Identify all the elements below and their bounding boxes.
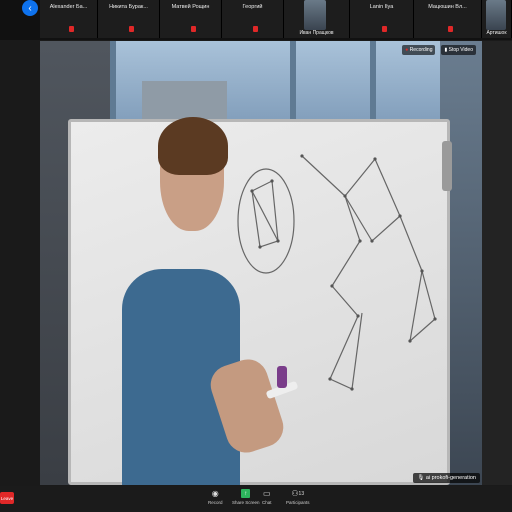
drawn-graph [344, 157, 436, 343]
participant-tile[interactable]: Артишок [482, 0, 512, 38]
right-panel [482, 41, 512, 485]
participant-name: Alexander Ба... [49, 4, 88, 10]
participant-tile[interactable]: Alexander Ба... [40, 0, 98, 38]
speaker-video[interactable]: ● Recording ▮ Stop Video 🎙 ai prokofi-ge… [40, 41, 482, 485]
participants-button[interactable]: ⚇ 13 Participants [286, 489, 310, 505]
participant-tile[interactable]: Мацюшин Вл... [414, 0, 482, 38]
participant-tile[interactable]: Lanin Ilya [350, 0, 414, 38]
participant-video [486, 0, 506, 30]
mic-muted-icon [381, 26, 387, 32]
video-badges: ● Recording ▮ Stop Video [402, 45, 476, 55]
drawn-graph [301, 155, 363, 390]
participant-name: Никита Бурак... [109, 4, 148, 10]
chat-icon: ▭ [262, 489, 271, 498]
marker-cap [277, 366, 287, 388]
record-icon: ◉ [211, 489, 219, 498]
leave-button[interactable]: Leave [0, 492, 14, 504]
participant-name: Георгий [242, 4, 263, 10]
participant-name: Артишок [486, 30, 507, 36]
participant-tile[interactable]: Матвей Рощин [160, 0, 222, 38]
recording-badge[interactable]: ● Recording [402, 45, 436, 55]
participants-icon: ⚇ 13 [291, 489, 305, 498]
share-screen-icon: ↑ [241, 489, 251, 498]
drawn-graph [344, 195, 401, 242]
participant-name: Матвей Рощин [171, 4, 210, 10]
mic-muted-icon [252, 26, 258, 32]
meeting-window: ‹ Alexander Ба... Никита Бурак... Матвей… [0, 0, 512, 512]
mic-muted-icon [68, 26, 74, 32]
chat-button[interactable]: ▭ Chat [262, 489, 272, 505]
participant-video [304, 0, 326, 30]
meeting-toolbar: Leave ◉ Record ↑ Share Screen ▭ Chat ⚇ 13… [0, 486, 512, 512]
person-hair [158, 117, 228, 175]
participant-tile[interactable]: Георгий [222, 0, 284, 38]
participant-tile[interactable]: Никита Бурак... [98, 0, 160, 38]
record-button[interactable]: ◉ Record [208, 489, 223, 505]
participant-tile[interactable]: Иван Пращков [284, 0, 350, 38]
participant-name: Lanin Ilya [369, 4, 394, 10]
stop-video-badge[interactable]: ▮ Stop Video [441, 45, 476, 55]
speaker-name-tag: 🎙 ai prokofi-generation [413, 473, 480, 483]
share-screen-button[interactable]: ↑ Share Screen [232, 489, 260, 505]
mic-muted-icon [190, 26, 196, 32]
mic-muted-icon [128, 26, 134, 32]
strip-prev-button[interactable]: ‹ [22, 0, 38, 16]
participant-strip: ‹ Alexander Ба... Никита Бурак... Матвей… [0, 0, 512, 40]
drawn-graph [251, 180, 279, 248]
mic-muted-icon [447, 26, 453, 32]
mic-icon: 🎙 [417, 475, 426, 481]
chevron-left-icon: ‹ [28, 2, 32, 14]
participant-name: Иван Пращков [299, 30, 334, 36]
participant-name: Мацюшин Вл... [428, 4, 467, 10]
